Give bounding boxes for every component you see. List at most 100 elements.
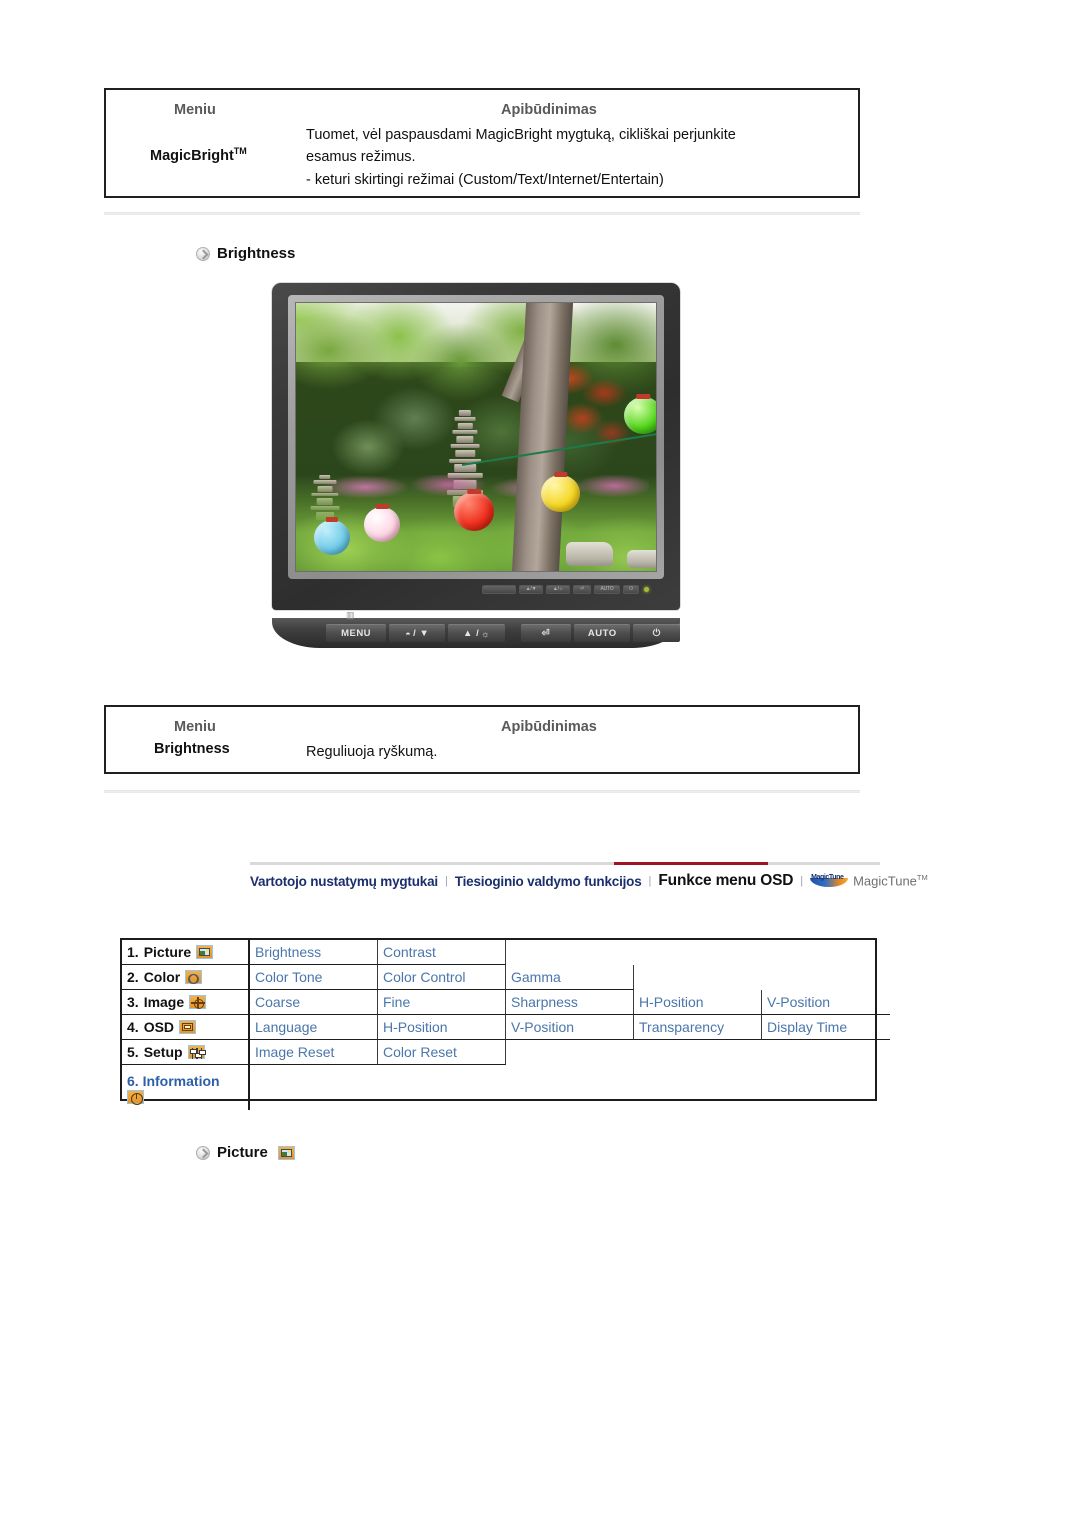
monitor-figure: ▲/▼ ▲/☼ ⏎ AUTO ⏻ ▥ MENU ◓ / ▼ ▲ / ☼ ⏎ AU… xyxy=(272,283,680,651)
osd-option-coarse[interactable]: Coarse xyxy=(250,990,378,1015)
osd-option-image-reset[interactable]: Image Reset xyxy=(250,1040,378,1065)
osd-empty-cell xyxy=(506,1040,875,1065)
monitor-source-button[interactable]: ⏎ xyxy=(520,624,572,642)
bullet-arrow-icon xyxy=(196,246,210,261)
menu-item-brightness: Brightness xyxy=(154,741,230,757)
osd-empty-cell xyxy=(506,940,875,965)
osd-row-index: 5. xyxy=(127,1044,139,1060)
osd-option-h-position[interactable]: H-Position xyxy=(378,1015,506,1040)
photo-rock-1 xyxy=(566,541,613,566)
description-line-1: Tuomet, vėl paspausdami MagicBright mygt… xyxy=(306,127,736,143)
image-icon xyxy=(189,995,207,1009)
osd-category-label: Picture xyxy=(143,944,192,960)
osd-option-color-reset[interactable]: Color Reset xyxy=(378,1040,506,1065)
power-led xyxy=(644,586,649,592)
monitor-screen xyxy=(295,302,657,572)
table-header-row: Meniu Apibūdinimas xyxy=(106,707,858,741)
osd-category-color[interactable]: 2. Color xyxy=(122,965,250,990)
osd-row-index: 4. xyxy=(127,1019,139,1035)
heading-picture-label: Picture xyxy=(217,1144,268,1161)
garden-photo xyxy=(296,303,656,571)
osd-option-color-tone[interactable]: Color Tone xyxy=(250,965,378,990)
osd-option-sharpness[interactable]: Sharpness xyxy=(506,990,634,1015)
section-divider-2 xyxy=(104,790,860,793)
table-row: 6. Information xyxy=(122,1065,875,1110)
osd-row-index: 3. xyxy=(127,994,139,1010)
information-icon xyxy=(127,1090,144,1105)
sun-icon: ☼ xyxy=(481,628,490,639)
monitor-menu-button[interactable]: MENU xyxy=(326,624,387,642)
photo-rock-2 xyxy=(627,549,656,569)
menu-item-magicbright: MagicBrightTM xyxy=(150,146,247,164)
column-header-menu: Meniu xyxy=(174,102,216,118)
osd-option-gamma[interactable]: Gamma xyxy=(506,965,634,990)
nav-active-indicator xyxy=(614,862,768,865)
column-header-description: Apibūdinimas xyxy=(501,102,597,118)
trademark-mark: TM xyxy=(916,873,928,883)
magicbright-description-table: Meniu Apibūdinimas MagicBrightTM Tuomet,… xyxy=(104,88,860,198)
monitor-body: ▲/▼ ▲/☼ ⏎ AUTO ⏻ xyxy=(272,283,680,610)
column-header-menu: Meniu xyxy=(174,719,216,735)
column-header-description: Apibūdinimas xyxy=(501,719,597,735)
osd-category-setup[interactable]: 5. Setup xyxy=(122,1040,250,1065)
osd-category-label: Color xyxy=(143,969,181,985)
magictune-logo-icon: MagicTune xyxy=(810,874,849,887)
osd-empty-cell xyxy=(250,1065,875,1110)
photo-lantern-red xyxy=(454,491,494,531)
brightness-description: Reguliuoja ryškumą. xyxy=(306,741,437,763)
photo-lantern-pink xyxy=(364,506,401,542)
osd-option-color-control[interactable]: Color Control xyxy=(378,965,506,990)
table-row: 2. Color Color Tone Color Control Gamma xyxy=(122,965,875,990)
osd-option-fine[interactable]: Fine xyxy=(378,990,506,1015)
picture-icon xyxy=(196,945,214,959)
picture-icon xyxy=(277,1145,295,1160)
nav-top-rule xyxy=(250,862,880,865)
nav-item-user-buttons[interactable]: Vartotojo nustatymų mygtukai xyxy=(250,874,438,889)
osd-category-osd[interactable]: 4. OSD xyxy=(122,1015,250,1040)
description-line-3: - keturi skirtingi režimai (Custom/Text/… xyxy=(306,171,664,188)
osd-option-h-position[interactable]: H-Position xyxy=(634,990,762,1015)
monitor-power-button[interactable]: ⏻ xyxy=(633,624,680,642)
magicbright-description: Tuomet, vėl paspausdami MagicBright mygt… xyxy=(306,124,736,191)
osd-category-image[interactable]: 3. Image xyxy=(122,990,250,1015)
monitor-panel-legend: ▲/▼ ▲/☼ ⏎ AUTO ⏻ xyxy=(482,583,674,595)
table-body-row: Brightness Reguliuoja ryškumą. xyxy=(106,741,858,777)
table-row: 1. Picture Brightness Contrast xyxy=(122,940,875,965)
osd-option-transparency[interactable]: Transparency xyxy=(634,1015,762,1040)
osd-row-index: 1. xyxy=(127,944,139,960)
osd-row-index: 6. xyxy=(127,1073,139,1089)
nav-separator-3: | xyxy=(800,875,804,887)
table-row: 3. Image Coarse Fine Sharpness H-Positio… xyxy=(122,990,890,1015)
osd-icon xyxy=(179,1020,197,1034)
osd-category-label: Setup xyxy=(143,1044,183,1060)
osd-category-information[interactable]: 6. Information xyxy=(122,1065,250,1110)
osd-option-brightness[interactable]: Brightness xyxy=(250,940,378,965)
heading-brightness-label: Brightness xyxy=(217,245,296,262)
monitor-brightness-up-button[interactable]: ▲ / ☼ xyxy=(448,624,505,642)
osd-option-language[interactable]: Language xyxy=(250,1015,378,1040)
nav-item-direct-controls[interactable]: Tiesioginio valdymo funkcijos xyxy=(455,874,642,889)
osd-category-label: Image xyxy=(143,994,185,1010)
nav-separator-1: | xyxy=(444,875,448,887)
section-divider-1 xyxy=(104,212,860,215)
table-body-row: MagicBrightTM Tuomet, vėl paspausdami Ma… xyxy=(106,124,858,205)
osd-category-label: OSD xyxy=(143,1019,175,1035)
trademark-mark: TM xyxy=(233,146,247,156)
osd-row-index: 2. xyxy=(127,969,139,985)
table-header-row: Meniu Apibūdinimas xyxy=(106,90,858,124)
osd-category-picture[interactable]: 1. Picture xyxy=(122,940,250,965)
nav-item-osd-menu[interactable]: Funkce menu OSD xyxy=(658,872,793,890)
osd-menu-table: 1. Picture Brightness Contrast 2. Color … xyxy=(120,938,890,1110)
bullet-arrow-icon xyxy=(196,1145,210,1160)
monitor-brightness-down-button[interactable]: ◓ / ▼ xyxy=(389,624,446,642)
osd-option-contrast[interactable]: Contrast xyxy=(378,940,506,965)
osd-category-label: Information xyxy=(142,1073,220,1089)
osd-option-v-position[interactable]: V-Position xyxy=(506,1015,634,1040)
osd-option-display-time[interactable]: Display Time xyxy=(762,1015,890,1040)
nav-item-magictune[interactable]: MagicTuneTM xyxy=(853,873,928,888)
osd-empty-cell xyxy=(634,965,875,990)
osd-option-v-position[interactable]: V-Position xyxy=(762,990,890,1015)
brightness-icon: ◓ xyxy=(405,628,412,639)
monitor-button-row: MENU ◓ / ▼ ▲ / ☼ ⏎ AUTO ⏻ xyxy=(272,620,680,646)
monitor-auto-button[interactable]: AUTO xyxy=(574,624,631,642)
